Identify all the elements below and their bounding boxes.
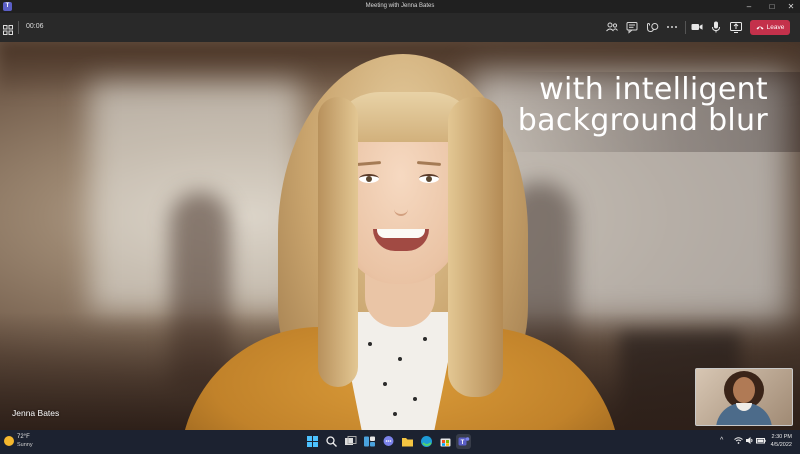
polka-dot [368,342,372,346]
camera-button[interactable] [690,20,704,34]
store-button[interactable] [438,434,453,449]
taskbar-clock[interactable]: 2:30 PM 4/5/2022 [771,433,792,449]
close-button[interactable]: ✕ [781,1,800,12]
self-view-video[interactable] [695,368,793,426]
search-icon [326,436,337,447]
battery-icon [756,438,766,444]
participant-name-label: Jenna Bates [12,408,60,418]
tray-overflow-chevron[interactable]: ^ [720,437,723,444]
widgets-icon [364,436,375,447]
maximize-button[interactable]: □ [762,1,782,12]
polka-dot [423,337,427,341]
windows-taskbar: 72°F Sunny T ^ 2:30 PM 4/5/2022 [0,430,800,454]
more-icon [667,26,677,28]
feature-caption: with intelligent background blur [518,74,768,136]
phone-hangup-icon [756,26,764,30]
chat-icon [383,436,394,446]
widgets-button[interactable] [362,434,377,449]
minimize-button[interactable]: – [739,1,759,12]
wifi-icon [734,437,743,444]
teams-icon: T [458,437,470,446]
self-view-face [733,377,755,403]
polka-dot [383,382,387,386]
mic-button[interactable] [709,20,723,34]
reactions-button[interactable] [645,20,659,34]
clock-time: 2:30 PM [771,434,792,440]
volume-icon [746,437,753,444]
eye [359,174,379,183]
eyebrow [356,160,382,167]
polka-dot [398,357,402,361]
edge-button[interactable] [419,434,434,449]
volume-icon[interactable] [745,436,754,447]
gallery-view-button[interactable] [3,22,13,35]
caption-line: background blur [517,103,768,138]
wifi-icon[interactable] [734,436,743,447]
people-button[interactable] [605,20,619,34]
grid-icon [3,25,13,35]
chat-app-button[interactable] [381,434,396,449]
reactions-icon [647,23,659,33]
svg-text:T: T [461,440,465,446]
window-titlebar: T Meeting with Jenna Bates – □ ✕ [0,0,800,13]
weather-condition: Sunny [17,442,33,448]
edge-icon [421,436,432,447]
polka-dot [393,412,397,416]
chat-button[interactable] [625,20,639,34]
search-button[interactable] [324,434,339,449]
main-video-stage: with intelligent background blur Jenna B… [0,42,800,430]
smile [373,229,429,251]
file-explorer-icon [402,438,413,447]
weather-temperature: 72°F [17,434,30,440]
windows-start-icon [307,436,318,447]
teams-taskbar-button[interactable]: T [456,434,471,449]
participant-hair [318,97,358,387]
leave-button[interactable]: Leave [750,20,790,35]
participant-hair [448,97,503,397]
chat-icon [626,22,638,34]
polka-dot [413,397,417,401]
task-view-button[interactable] [343,434,358,449]
people-icon [606,22,618,32]
eyebrow [416,160,442,167]
task-view-icon [345,436,357,445]
leave-label: Leave [766,24,785,31]
nose [394,192,408,216]
share-icon [730,22,742,33]
share-screen-button[interactable] [729,20,743,34]
meeting-toolbar: 00:06 Leave [0,13,800,42]
store-icon [440,438,451,447]
toolbar-divider [685,21,686,34]
toolbar-divider [18,21,19,34]
battery-icon[interactable] [756,436,766,447]
caption-line: with intelligent [539,72,768,107]
window-title: Meeting with Jenna Bates [365,3,435,9]
start-button[interactable] [305,434,320,449]
meeting-timer: 00:06 [26,23,44,30]
eye [419,174,439,183]
mic-icon [712,21,720,33]
camera-icon [691,24,703,30]
file-explorer-button[interactable] [400,434,415,449]
sun-icon [4,436,14,446]
clock-date: 4/5/2022 [770,442,792,448]
more-options-button[interactable] [665,20,679,34]
